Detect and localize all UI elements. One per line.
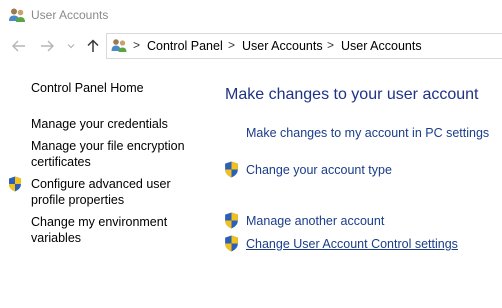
arrow-left-icon [12, 40, 25, 52]
sidebar-item-environment-variables[interactable]: Change my environment variables [31, 214, 181, 246]
uac-shield-icon [225, 212, 238, 229]
sidebar-item-control-panel-home[interactable]: Control Panel Home [31, 80, 201, 96]
breadcrumb-separator: > [228, 38, 236, 52]
sidebar-item-advanced-profile[interactable]: Configure advanced user profile properti… [31, 176, 181, 208]
breadcrumb-separator: > [133, 38, 141, 52]
address-bar[interactable]: > Control Panel > User Accounts > User A… [106, 33, 502, 59]
users-icon [9, 8, 25, 22]
breadcrumb-control-panel[interactable]: Control Panel [147, 39, 223, 53]
uac-shield-icon [225, 161, 238, 178]
breadcrumb-user-accounts[interactable]: User Accounts [242, 39, 323, 53]
recent-locations-button[interactable] [64, 37, 78, 55]
uac-settings-link[interactable]: Change User Account Control settings [246, 237, 458, 251]
breadcrumb-separator: > [327, 38, 335, 52]
sidebar-item-file-encryption[interactable]: Manage your file encryption certificates [31, 138, 191, 170]
control-panel-icon [111, 39, 127, 52]
back-button[interactable] [10, 37, 28, 55]
change-account-type-link[interactable]: Change your account type [246, 163, 392, 177]
manage-another-account-link[interactable]: Manage another account [246, 214, 384, 228]
uac-shield-icon [9, 176, 21, 192]
chevron-down-icon [67, 44, 75, 49]
breadcrumb-user-accounts-current[interactable]: User Accounts [341, 39, 422, 53]
arrow-right-icon [41, 40, 54, 52]
page-title: Make changes to your user account [225, 86, 479, 103]
uac-shield-icon [225, 235, 238, 252]
sidebar-item-manage-credentials[interactable]: Manage your credentials [31, 116, 201, 132]
up-button[interactable] [84, 37, 102, 55]
title-bar: User Accounts [0, 0, 502, 32]
arrow-up-icon [87, 39, 99, 52]
forward-button[interactable] [38, 37, 56, 55]
pc-settings-link[interactable]: Make changes to my account in PC setting… [246, 126, 489, 140]
window-title: User Accounts [31, 8, 109, 22]
